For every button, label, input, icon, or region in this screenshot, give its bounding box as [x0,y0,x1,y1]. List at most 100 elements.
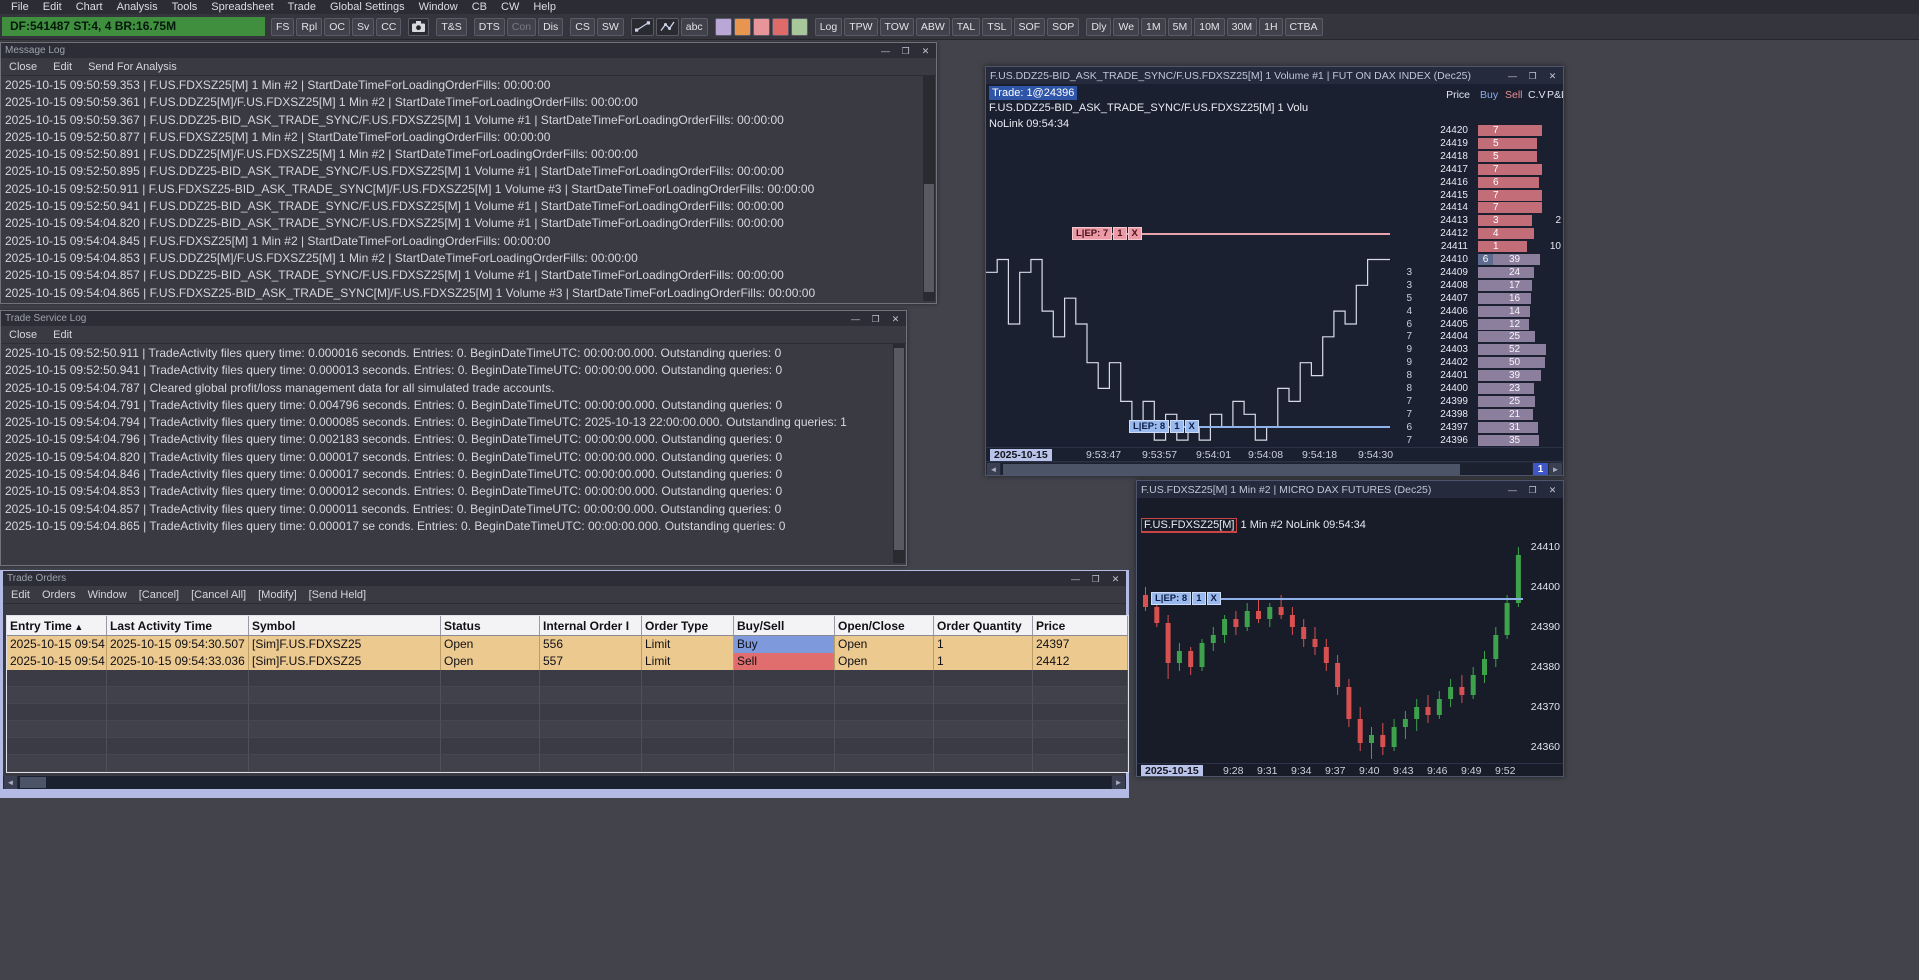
dom-price-level-row[interactable]: 62439731 [1392,421,1563,434]
menu-spreadsheet[interactable]: Spreadsheet [204,0,280,14]
dom-price-level-row[interactable]: 244185 [1392,150,1563,163]
candle-chart-close-button[interactable]: ✕ [1546,483,1559,497]
scrollbar-thumb[interactable] [1003,464,1460,475]
dom-close-button[interactable]: ✕ [1546,69,1559,83]
dom-price-level-row[interactable]: 244157 [1392,189,1563,202]
scroll-right-arrow[interactable]: ► [1549,463,1562,475]
menu-orders[interactable]: Orders [42,589,76,601]
message-log-minimize-button[interactable]: — [879,44,892,58]
order-row[interactable]: 2025-10-15 09:542025-10-15 09:54:33.036[… [7,653,1128,670]
order-row[interactable]: 2025-10-15 09:542025-10-15 09:54:30.507[… [7,636,1128,653]
orders-column-header-internal-order-i[interactable]: Internal Order I [540,616,642,636]
buy-order-marker-label[interactable]: L|EP: 81X [1151,592,1221,605]
message-log-close-button[interactable]: ✕ [919,44,932,58]
dom-price-level-row[interactable]: 244207 [1392,124,1563,137]
trade-service-log-minimize-button[interactable]: — [849,312,862,326]
dom-price-level-row[interactable]: 244124 [1392,227,1563,240]
orders-column-header-order-type[interactable]: Order Type [642,616,734,636]
menu-trade[interactable]: Trade [281,0,323,14]
toolbar-button-oc[interactable]: OC [324,18,350,36]
dom-price-level-row[interactable]: 82440023 [1392,382,1563,395]
toolbar-color-swatch-button[interactable] [734,18,751,36]
trade-service-log-titlebar[interactable]: Trade Service Log — ❐ ✕ [1,311,906,326]
toolbar-color-swatch-button[interactable] [715,18,732,36]
dom-price-level-row[interactable]: 2441332 [1392,214,1563,227]
toolbar-color-swatch-button[interactable] [791,18,808,36]
trade-orders-titlebar[interactable]: Trade Orders — ❐ ✕ [3,571,1126,586]
menu-cb[interactable]: CB [465,0,494,14]
scroll-left-arrow[interactable]: ◄ [4,776,17,789]
orders-column-header-last-activity-time[interactable]: Last Activity Time [107,616,249,636]
menu-window[interactable]: Window [412,0,465,14]
toolbar-button-30m[interactable]: 30M [1227,18,1257,36]
dom-price-level-row[interactable]: 42440614 [1392,305,1563,318]
cancel-order-button[interactable]: X [1128,227,1142,240]
dom-price-level-row[interactable]: 32440817 [1392,279,1563,292]
toolbar-button-fs[interactable]: FS [271,18,294,36]
trade-orders-minimize-button[interactable]: — [1069,572,1082,586]
dom-price-level-row[interactable]: 72439635 [1392,434,1563,447]
menu-edit[interactable]: Edit [53,329,72,341]
menu-chart[interactable]: Chart [69,0,110,14]
dom-price-level-row[interactable]: 52440716 [1392,292,1563,305]
menu-cw[interactable]: CW [494,0,526,14]
dom-price-level-row[interactable]: 32440924 [1392,266,1563,279]
trade-orders-close-button[interactable]: ✕ [1109,572,1122,586]
dom-hscroll[interactable]: ◄ 1 ► [986,461,1563,475]
menu-send-for-analysis[interactable]: Send For Analysis [88,61,177,73]
dom-price-level-row[interactable]: 244147 [1392,201,1563,214]
menu-modify[interactable]: [Modify] [258,589,297,601]
dom-price-level-row[interactable]: 92440352 [1392,343,1563,356]
dom-price-level-row[interactable]: 244166 [1392,176,1563,189]
menu-edit[interactable]: Edit [53,61,72,73]
trade-service-log-close-button[interactable]: ✕ [889,312,902,326]
message-log-scrollbar[interactable] [923,76,935,301]
menu-close[interactable]: Close [9,329,37,341]
menu-file[interactable]: File [4,0,36,14]
dom-price-level-row[interactable]: 72439925 [1392,395,1563,408]
toolbar-button-sof[interactable]: SOF [1014,18,1046,36]
toolbar-button-tow[interactable]: TOW [880,18,914,36]
orders-column-header-entry-time[interactable]: Entry Time ▲ [7,616,107,636]
dom-price-level-row[interactable]: 24411110 [1392,240,1563,253]
cancel-order-button[interactable]: X [1185,420,1199,433]
toolbar-button-ctba[interactable]: CTBA [1285,18,1323,36]
orders-column-header-open-close[interactable]: Open/Close [835,616,934,636]
toolbar-color-swatch-button[interactable] [753,18,770,36]
menu-edit[interactable]: Edit [36,0,69,14]
menu-help[interactable]: Help [526,0,563,14]
toolbar-button-dly[interactable]: Dly [1086,18,1111,36]
scroll-right-arrow[interactable]: ► [1112,776,1125,789]
menu-analysis[interactable]: Analysis [110,0,165,14]
orders-column-header-symbol[interactable]: Symbol [249,616,441,636]
menu-edit[interactable]: Edit [11,589,30,601]
toolbar-trendline-icon[interactable] [631,18,654,36]
dom-price-level-row[interactable]: 244195 [1392,137,1563,150]
menu-send-held[interactable]: [Send Held] [309,589,366,601]
dom-price-level-row[interactable]: 72439821 [1392,408,1563,421]
scrollbar-thumb[interactable] [20,777,46,788]
toolbar-button-log[interactable]: Log [815,18,843,36]
toolbar-button-tpw[interactable]: TPW [844,18,877,36]
toolbar-color-swatch-button[interactable] [772,18,789,36]
dom-nolink-label[interactable]: NoLink 09:54:34 [989,118,1069,130]
toolbar-polyline-icon[interactable] [656,18,679,36]
toolbar-button-abw[interactable]: ABW [916,18,950,36]
toolbar-button-con[interactable]: Con [507,18,536,36]
toolbar-button-tsl[interactable]: TSL [982,18,1011,36]
toolbar-button-1h[interactable]: 1H [1259,18,1282,36]
trade-orders-hscroll[interactable]: ◄ ► [3,776,1126,789]
dom-price-level-row[interactable]: 82440139 [1392,369,1563,382]
dom-price-level-row[interactable]: 24410639 [1392,253,1563,266]
sell-order-marker-label[interactable]: L|EP: 71X [1072,227,1142,240]
orders-column-header-buy-sell[interactable]: Buy/Sell [734,616,835,636]
orders-column-header-status[interactable]: Status [441,616,540,636]
dom-minimize-button[interactable]: — [1506,69,1519,83]
toolbar-camera-icon[interactable] [408,18,429,36]
orders-column-header-order-quantity[interactable]: Order Quantity [934,616,1033,636]
scrollbar-track[interactable] [1001,463,1532,475]
toolbar-button-5m[interactable]: 5M [1168,18,1193,36]
toolbar-button-1m[interactable]: 1M [1141,18,1166,36]
trade-service-log-maximize-button[interactable]: ❐ [869,312,882,326]
menu-tools[interactable]: Tools [165,0,205,14]
